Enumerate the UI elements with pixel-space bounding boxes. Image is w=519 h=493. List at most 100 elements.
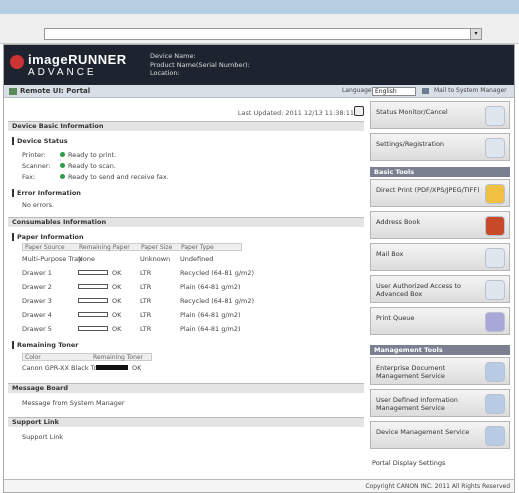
paper-source: Multi-Purpose Tray — [22, 255, 82, 263]
advanced-box-button[interactable]: User Authorized Access to Advanced Box — [370, 275, 510, 303]
brand-subname: ADVANCE — [28, 67, 97, 78]
paper-remaining: OK — [112, 311, 122, 319]
page-title: Remote UI: Portal — [20, 87, 91, 95]
col-remaining-toner: Remaining Toner — [93, 354, 144, 361]
col-paper-source: Paper Source — [25, 244, 65, 251]
mail-box-icon — [485, 248, 505, 268]
paper-table-header: Paper Source Remaining Paper Paper Size … — [22, 243, 242, 251]
header-banner: imageRUNNER ADVANCE Device Name: Product… — [4, 45, 514, 85]
scanner-status: Ready to scan. — [60, 162, 116, 170]
paper-size: LTR — [140, 297, 152, 305]
footer: Copyright CANON INC. 2011 All Rights Res… — [4, 479, 514, 492]
mail-box-label: Mail Box — [376, 250, 404, 258]
user-info-mgmt-button[interactable]: User Defined Information Management Serv… — [370, 389, 510, 417]
paper-type: Undefined — [180, 255, 214, 263]
paper-level-bar — [78, 298, 108, 303]
fax-status-text: Ready to send and receive fax. — [68, 173, 169, 181]
mail-icon[interactable] — [422, 88, 429, 94]
main-content: Last Updated: 2011 12/13 11:38:11 Device… — [8, 101, 364, 491]
section-support-link: Support Link — [8, 417, 364, 427]
paper-type: Plain (64-81 g/m2) — [180, 283, 241, 291]
col-color: Color — [25, 354, 41, 361]
address-book-button[interactable]: Address Book — [370, 211, 510, 239]
support-link[interactable]: Support Link — [22, 433, 63, 441]
printer-status-text: Ready to print. — [68, 151, 117, 159]
portal-home-icon[interactable] — [9, 88, 17, 95]
section-message-board: Message Board — [8, 383, 364, 393]
message-text: Message from System Manager — [22, 399, 125, 407]
paper-type: Recycled (64-81 g/m2) — [180, 269, 255, 277]
mail-box-button[interactable]: Mail Box — [370, 243, 510, 271]
portal-display-settings-link[interactable]: Portal Display Settings — [372, 459, 445, 467]
device-status-heading: Device Status — [12, 137, 68, 145]
enterprise-doc-mgmt-button[interactable]: Enterprise Document Management Service — [370, 357, 510, 385]
advanced-box-icon — [485, 280, 505, 300]
browser-titlebar — [0, 0, 519, 14]
device-name-label: Device Name: — [150, 52, 196, 60]
direct-print-icon — [485, 184, 505, 204]
paper-remaining: OK — [112, 283, 122, 291]
paper-type: Recycled (64-81 g/m2) — [180, 297, 255, 305]
language-select[interactable]: English — [372, 87, 416, 96]
refresh-icon[interactable] — [354, 106, 364, 116]
mail-to-system-manager-link[interactable]: Mail to System Manager — [434, 87, 507, 94]
last-updated: Last Updated: 2011 12/13 11:38:11 — [237, 109, 354, 117]
paper-type: Plain (64-81 g/m2) — [180, 325, 241, 333]
copyright: Copyright CANON INC. 2011 All Rights Res… — [365, 483, 510, 490]
status-ok-icon — [60, 152, 65, 157]
sidebar: Status Monitor/Cancel Settings/Registrat… — [370, 101, 514, 491]
user-info-mgmt-icon — [485, 394, 505, 414]
enterprise-doc-mgmt-label: Enterprise Document Management Service — [376, 364, 446, 380]
user-info-mgmt-label: User Defined Information Management Serv… — [376, 396, 458, 412]
paper-size: LTR — [140, 269, 152, 277]
gear-icon — [485, 138, 505, 158]
paper-level-bar — [78, 270, 108, 275]
device-mgmt-icon — [485, 426, 505, 446]
toner-level-bar — [96, 365, 128, 370]
col-remaining-paper: Remaining Paper — [79, 244, 130, 251]
toner-table-header: Color Remaining Toner — [22, 353, 152, 361]
status-monitor-icon — [485, 106, 505, 126]
fax-label: Fax: — [22, 173, 36, 181]
direct-print-button[interactable]: Direct Print (PDF/XPS/JPEG/TIFF) — [370, 179, 510, 207]
col-paper-type: Paper Type — [181, 244, 214, 251]
device-mgmt-button[interactable]: Device Management Service — [370, 421, 510, 449]
section-consumables: Consumables Information — [8, 217, 364, 227]
paper-remaining: OK — [112, 325, 122, 333]
paper-size: LTR — [140, 325, 152, 333]
paper-source: Drawer 1 — [22, 269, 52, 277]
printer-label: Printer: — [22, 151, 46, 159]
col-paper-size: Paper Size — [141, 244, 173, 251]
paper-source: Drawer 2 — [22, 283, 52, 291]
paper-size: LTR — [140, 283, 152, 291]
address-book-icon — [485, 216, 505, 236]
status-monitor-button[interactable]: Status Monitor/Cancel — [370, 101, 510, 129]
address-book-label: Address Book — [376, 218, 421, 226]
section-device-basic-info: Device Basic Information — [8, 121, 364, 131]
direct-print-label: Direct Print (PDF/XPS/JPEG/TIFF) — [376, 186, 480, 194]
browser-toolbar: ▾ — [0, 14, 519, 44]
print-queue-label: Print Queue — [376, 314, 415, 322]
paper-remaining: None — [78, 255, 95, 263]
print-queue-button[interactable]: Print Queue — [370, 307, 510, 335]
product-name-label: Product Name(Serial Number): — [150, 60, 250, 69]
management-tools-heading: Management Tools — [370, 345, 510, 355]
paper-level-bar — [78, 312, 108, 317]
paper-info-heading: Paper Information — [12, 233, 84, 241]
address-bar[interactable]: ▾ — [44, 28, 482, 40]
status-ok-icon — [60, 174, 65, 179]
paper-size: LTR — [140, 311, 152, 319]
paper-source: Drawer 4 — [22, 311, 52, 319]
paper-source: Drawer 5 — [22, 325, 52, 333]
settings-label: Settings/Registration — [376, 140, 445, 148]
settings-button[interactable]: Settings/Registration — [370, 133, 510, 161]
printer-status: Ready to print. — [60, 151, 116, 159]
paper-type: Plain (64-81 g/m2) — [180, 311, 241, 319]
location-label: Location: — [150, 69, 180, 77]
status-ok-icon — [60, 163, 65, 168]
device-info: Device Name: Product Name(Serial Number)… — [150, 52, 250, 78]
canon-logo-icon — [10, 55, 24, 69]
fax-status: Ready to send and receive fax. — [60, 173, 169, 181]
brand-name: imageRUNNER — [28, 52, 127, 67]
address-dropdown-button[interactable]: ▾ — [470, 29, 481, 39]
